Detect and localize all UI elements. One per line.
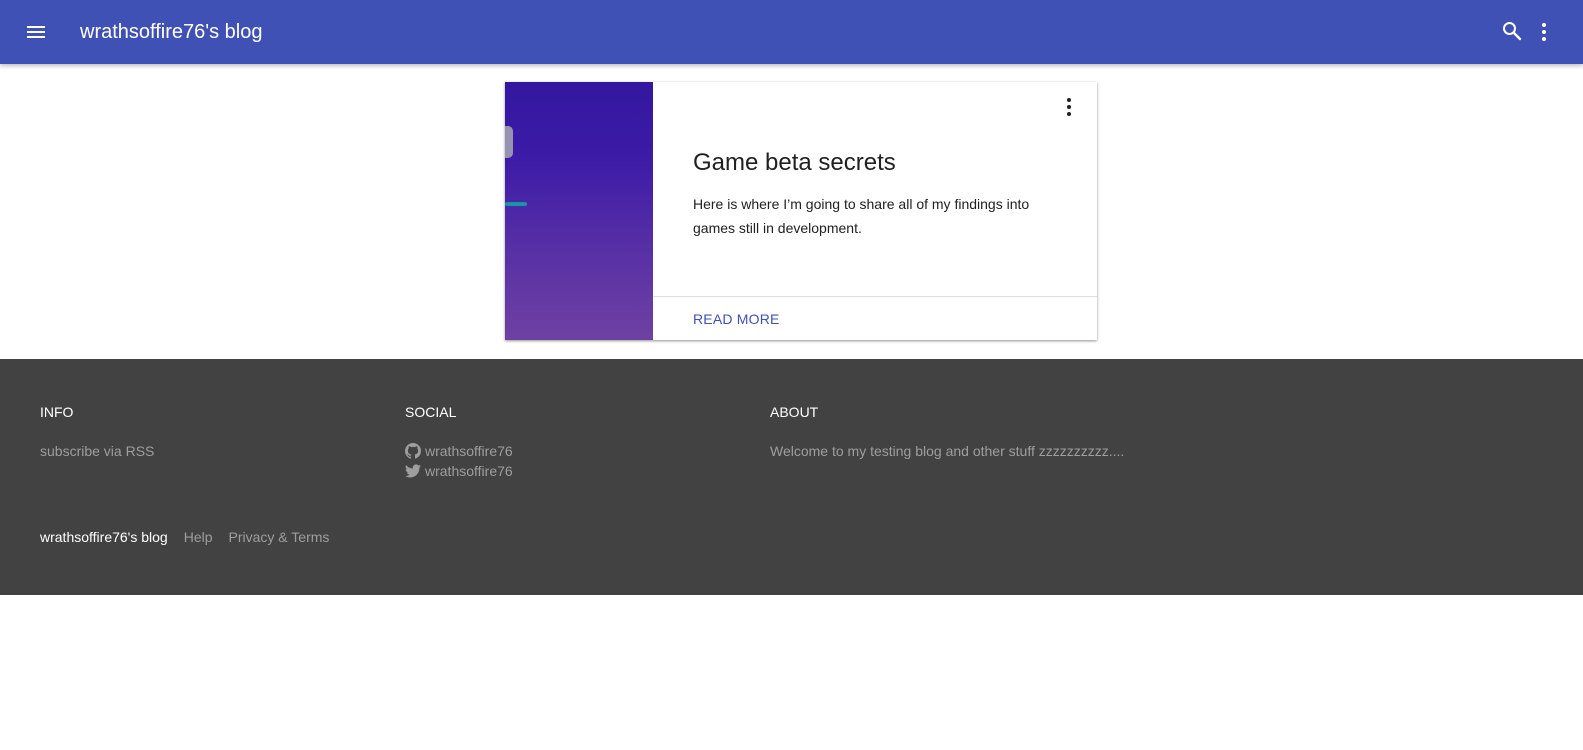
post-excerpt: Here is where I’m going to share all of … [693, 196, 1030, 236]
privacy-terms-link[interactable]: Privacy & Terms [229, 527, 330, 547]
search-icon[interactable] [1500, 19, 1524, 43]
menu-icon[interactable] [24, 20, 48, 44]
top-app-bar: wrathsoffire76's blog [0, 0, 1583, 64]
footer-brand[interactable]: wrathsoffire76's blog [40, 527, 168, 547]
footer-social-heading: SOCIAL [405, 404, 457, 420]
read-more-button[interactable]: READ MORE [693, 310, 780, 328]
site-footer: INFO subscribe via RSS SOCIAL wrathsoffi… [0, 359, 1583, 595]
footer-bottom-bar: wrathsoffire76's blog Help Privacy & Ter… [40, 527, 345, 547]
post-thumbnail[interactable] [505, 82, 653, 340]
post-card: Game beta secrets Here is where I’m goin… [505, 82, 1097, 340]
footer-about-heading: ABOUT [770, 404, 819, 420]
footer-info-heading: INFO [40, 404, 74, 420]
twitter-icon [405, 464, 421, 478]
site-title[interactable]: wrathsoffire76's blog [80, 19, 262, 45]
thumbnail-decoration [505, 126, 513, 158]
footer-info-section: INFO subscribe via RSS [40, 403, 154, 461]
rss-link[interactable]: subscribe via RSS [40, 441, 154, 461]
help-link[interactable]: Help [184, 527, 213, 547]
post-actions: READ MORE [653, 296, 1097, 340]
footer-social-section: SOCIAL wrathsoffire76 wrathsoffire76 [405, 403, 513, 481]
twitter-link[interactable]: wrathsoffire76 [405, 461, 513, 481]
thumbnail-accent-bar [505, 202, 527, 206]
post-content: Game beta secrets Here is where I’m goin… [653, 82, 1097, 296]
twitter-username: wrathsoffire76 [425, 463, 513, 479]
github-link[interactable]: wrathsoffire76 [405, 441, 513, 461]
github-icon [405, 443, 421, 459]
post-more-vert-icon[interactable] [1057, 95, 1081, 119]
github-username: wrathsoffire76 [425, 443, 513, 459]
more-vert-icon[interactable] [1532, 20, 1556, 44]
about-text: Welcome to my testing blog and other stu… [770, 443, 1125, 459]
footer-about-section: ABOUT Welcome to my testing blog and oth… [770, 403, 1124, 461]
post-title[interactable]: Game beta secrets [693, 148, 896, 178]
